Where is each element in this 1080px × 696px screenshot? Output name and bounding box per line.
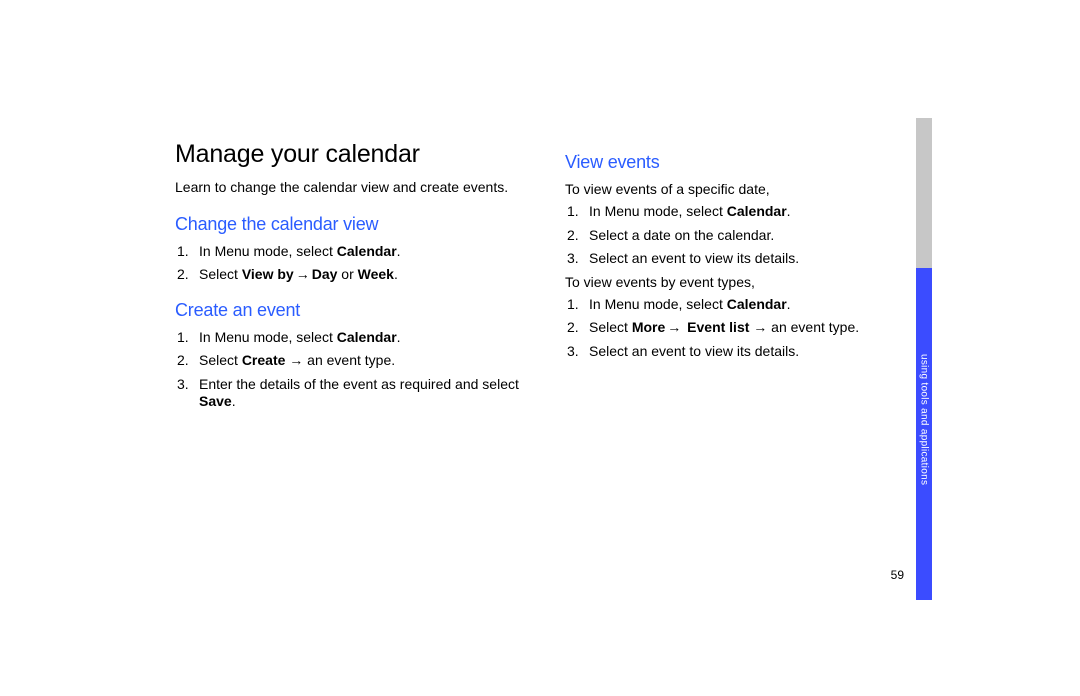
step-text: . [397, 243, 401, 259]
step-text: In Menu mode, select [589, 296, 727, 312]
bold-text: Calendar [337, 243, 397, 259]
left-column: Manage your calendar Learn to change the… [175, 140, 525, 427]
list-item: Select Create → an event type. [175, 352, 525, 370]
step-text: Select [589, 319, 632, 335]
list-item: Select More → Event list → an event type… [565, 319, 915, 337]
page-number: 59 [891, 568, 904, 582]
section-heading-view-events: View events [565, 152, 915, 173]
bold-text: View by [242, 266, 294, 282]
list-item: In Menu mode, select Calendar. [565, 296, 915, 314]
bold-text: Save [199, 393, 232, 409]
list-item: In Menu mode, select Calendar. [565, 203, 915, 221]
list-item: In Menu mode, select Calendar. [175, 243, 525, 261]
list-item: Select a date on the calendar. [565, 227, 915, 245]
step-text: In Menu mode, select [199, 243, 337, 259]
right-column: View events To view events of a specific… [565, 140, 915, 427]
step-text: Select an event to view its details. [589, 250, 799, 266]
section-heading-change-view: Change the calendar view [175, 214, 525, 235]
bold-text: Calendar [337, 329, 397, 345]
step-text: or [337, 266, 357, 282]
side-label-text: using tools and applications [919, 354, 930, 485]
step-text: Select [199, 352, 242, 368]
lead-text: To view events of a specific date, [565, 181, 915, 197]
list-item: Select an event to view its details. [565, 343, 915, 361]
side-label-container: using tools and applications [916, 300, 932, 600]
bold-text: Create [242, 352, 286, 368]
step-text: . [394, 266, 398, 282]
view-events-by-type-steps: In Menu mode, select Calendar. Select Mo… [565, 296, 915, 361]
change-view-steps: In Menu mode, select Calendar. Select Vi… [175, 243, 525, 284]
bold-text: More [632, 319, 665, 335]
step-text: → an event type. [285, 352, 395, 368]
page-title: Manage your calendar [175, 140, 525, 169]
arrow-icon: → [665, 319, 683, 337]
step-text: → an event type. [749, 319, 859, 335]
section-heading-create-event: Create an event [175, 300, 525, 321]
bold-text: Calendar [727, 296, 787, 312]
intro-text: Learn to change the calendar view and cr… [175, 179, 525, 196]
arrow-icon: → [294, 266, 312, 284]
bold-text: Event list [683, 319, 749, 335]
bold-text: Week [358, 266, 394, 282]
view-events-by-date-steps: In Menu mode, select Calendar. Select a … [565, 203, 915, 268]
step-text: Enter the details of the event as requir… [199, 376, 519, 392]
step-text: Select a date on the calendar. [589, 227, 774, 243]
list-item: Enter the details of the event as requir… [175, 376, 525, 411]
list-item: Select an event to view its details. [565, 250, 915, 268]
step-text: Select an event to view its details. [589, 343, 799, 359]
page-content: Manage your calendar Learn to change the… [175, 140, 915, 427]
side-tab-inactive [916, 118, 932, 268]
lead-text: To view events by event types, [565, 274, 915, 290]
create-event-steps: In Menu mode, select Calendar. Select Cr… [175, 329, 525, 411]
step-text: . [787, 296, 791, 312]
step-text: Select [199, 266, 242, 282]
bold-text: Calendar [727, 203, 787, 219]
list-item: In Menu mode, select Calendar. [175, 329, 525, 347]
list-item: Select View by → Day or Week. [175, 266, 525, 284]
step-text: In Menu mode, select [199, 329, 337, 345]
step-text: . [787, 203, 791, 219]
step-text: In Menu mode, select [589, 203, 727, 219]
step-text: . [397, 329, 401, 345]
bold-text: Day [312, 266, 338, 282]
step-text: . [232, 393, 236, 409]
